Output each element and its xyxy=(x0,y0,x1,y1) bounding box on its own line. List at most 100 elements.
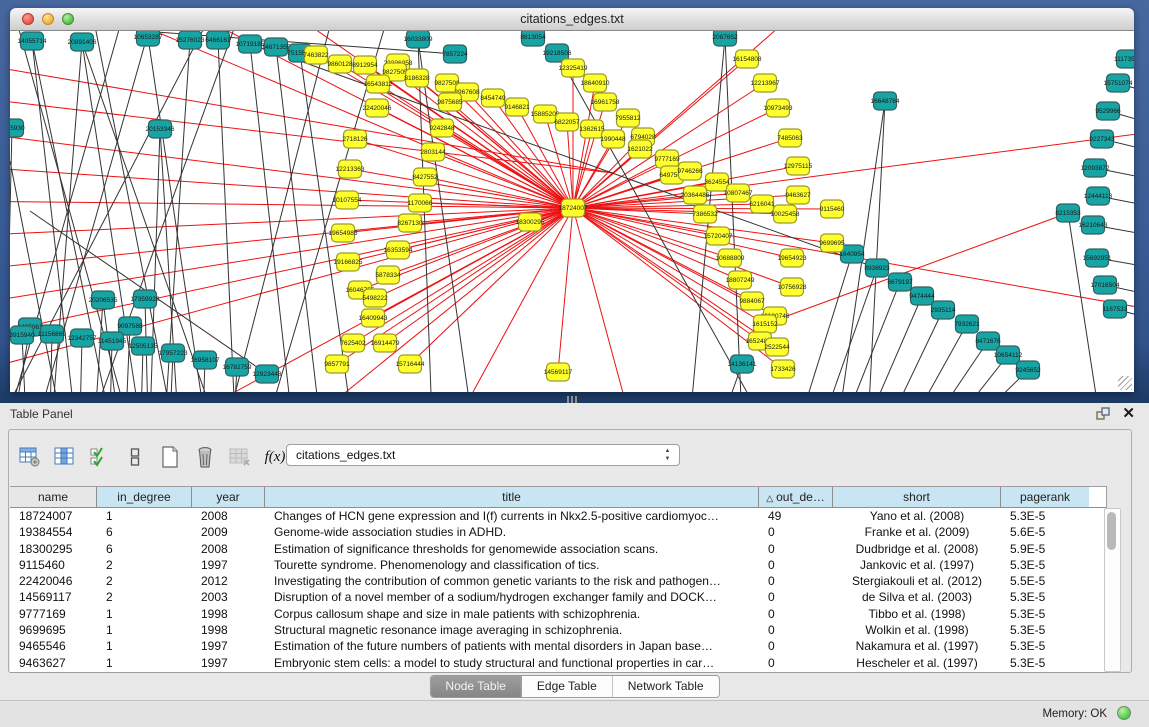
graph-node[interactable]: 18807249 xyxy=(726,271,755,289)
graph-node[interactable]: 18640910 xyxy=(581,74,610,92)
column-header-year[interactable]: year xyxy=(192,487,265,507)
graph-node[interactable]: 1990448 xyxy=(600,130,626,148)
column-header-name[interactable]: name xyxy=(10,487,97,507)
network-window-titlebar[interactable]: citations_edges.txt xyxy=(10,8,1134,31)
graph-node[interactable]: 12213363 xyxy=(336,160,365,178)
table-settings-icon[interactable] xyxy=(17,444,43,470)
graph-node[interactable]: 10107554 xyxy=(333,191,362,209)
graph-node[interactable]: 2935114 xyxy=(931,301,956,319)
graph-node[interactable]: 2803144 xyxy=(420,143,446,161)
graph-node[interactable]: 12923448 xyxy=(253,365,282,383)
table-row[interactable]: 1456911722003Disruption of a novel membe… xyxy=(10,589,1106,605)
graph-node[interactable]: 9474444 xyxy=(909,287,935,305)
graph-node[interactable]: 14136141 xyxy=(728,355,757,373)
graph-node[interactable]: 18724007 xyxy=(559,199,588,217)
zoom-window-icon[interactable] xyxy=(62,13,74,25)
table-row[interactable]: 977716911998Corpus callosum shape and si… xyxy=(10,606,1106,622)
graph-node[interactable]: 9115460 xyxy=(820,200,845,218)
graph-node[interactable]: 16033809 xyxy=(404,31,433,48)
graph-node[interactable]: 7485063 xyxy=(777,129,803,147)
table-vertical-scrollbar[interactable] xyxy=(1104,508,1121,672)
graph-node[interactable]: 1733426 xyxy=(770,360,796,378)
scrollbar-thumb[interactable] xyxy=(1107,512,1116,550)
graph-node[interactable]: 16914479 xyxy=(371,334,400,352)
graph-node[interactable]: 9146821 xyxy=(504,98,530,116)
graph-node[interactable]: 12444113 xyxy=(1084,187,1113,205)
graph-node[interactable]: 10719185 xyxy=(236,35,265,53)
graph-node[interactable]: 19166825 xyxy=(334,253,363,271)
delete-table-icon[interactable] xyxy=(192,444,218,470)
graph-node[interactable]: 9227343 xyxy=(1089,130,1115,148)
graph-node[interactable]: 16154808 xyxy=(733,50,762,68)
table-select-dropdown[interactable]: citations_edges.txt ▲▼ xyxy=(286,444,680,466)
graph-node[interactable]: 9884067 xyxy=(739,292,765,310)
graph-node[interactable]: 8215353 xyxy=(1055,204,1081,222)
function-builder-icon[interactable]: f(x) xyxy=(262,444,288,470)
graph-node[interactable]: 15716444 xyxy=(396,355,425,373)
graph-node[interactable]: 8267130 xyxy=(397,214,423,232)
column-header-pagerank[interactable]: pagerank xyxy=(1001,487,1089,507)
graph-node[interactable]: 9857791 xyxy=(324,355,350,373)
graph-node[interactable]: 16961758 xyxy=(591,93,620,111)
graph-node[interactable]: 1170066 xyxy=(408,194,433,212)
graph-node[interactable]: 16648784 xyxy=(871,92,900,110)
graph-node[interactable]: 9245652 xyxy=(1015,361,1041,379)
graph-node[interactable]: 15720407 xyxy=(704,227,733,245)
new-table-icon[interactable] xyxy=(157,444,183,470)
tab-network-table[interactable]: Network Table xyxy=(613,676,719,697)
graph-node[interactable]: 3915940 xyxy=(10,326,35,344)
graph-node[interactable]: 16353594 xyxy=(384,241,413,259)
graph-node[interactable]: 16543812 xyxy=(364,75,393,93)
graph-node[interactable]: 18300295 xyxy=(516,213,545,231)
graph-node[interactable]: 11451945 xyxy=(98,332,127,350)
graph-node[interactable]: 7625402 xyxy=(340,334,366,352)
graph-node[interactable]: 16210643 xyxy=(1079,216,1108,234)
tab-node-table[interactable]: Node Table xyxy=(430,676,522,697)
graph-node[interactable]: 14055714 xyxy=(18,32,47,50)
graph-node[interactable]: 8186328 xyxy=(404,69,430,87)
graph-node[interactable]: 10688809 xyxy=(716,249,745,267)
graph-node[interactable]: 19654923 xyxy=(778,249,807,267)
graph-node[interactable]: 9529966 xyxy=(1095,102,1121,120)
graph-node[interactable]: 9463627 xyxy=(785,186,811,204)
table-row[interactable]: 946554611997Estimation of the future num… xyxy=(10,638,1106,654)
column-header-in_degree[interactable]: in_degree xyxy=(97,487,192,507)
select-columns-icon[interactable] xyxy=(87,444,113,470)
graph-node[interactable]: 7463822 xyxy=(303,46,329,64)
column-header-out_de[interactable]: △out_de… xyxy=(759,487,833,507)
graph-node[interactable]: 2087652 xyxy=(712,31,738,46)
graph-node[interactable]: 9699695 xyxy=(819,234,845,252)
table-row[interactable]: 946362711997Embryonic stem cells: a mode… xyxy=(10,655,1106,671)
table-row[interactable]: 1830029562008Estimation of significance … xyxy=(10,541,1106,557)
row-height-icon[interactable] xyxy=(122,444,148,470)
network-window[interactable]: citations_edges.txt 14055714208914061065… xyxy=(10,8,1134,392)
graph-node[interactable]: 10025458 xyxy=(771,205,800,223)
window-resize-grip-icon[interactable] xyxy=(1118,376,1132,390)
graph-node[interactable]: 17016504 xyxy=(1091,276,1120,294)
graph-node[interactable]: 2005930 xyxy=(10,119,25,137)
float-window-icon[interactable] xyxy=(1096,407,1110,421)
tab-edge-table[interactable]: Edge Table xyxy=(522,676,613,697)
graph-node[interactable]: 20891406 xyxy=(68,33,97,51)
table-row[interactable]: 1872400712008Changes of HCN gene express… xyxy=(10,508,1106,524)
show-column-icon[interactable] xyxy=(52,444,78,470)
graph-node[interactable]: 15751074 xyxy=(1104,74,1133,92)
panel-splitter-grip-icon[interactable] xyxy=(567,396,579,403)
graph-node[interactable]: 20206535 xyxy=(89,291,118,309)
network-canvas[interactable]: 1405571420891406106532871527602364661611… xyxy=(10,31,1134,392)
graph-node[interactable]: 12325419 xyxy=(559,59,588,77)
graph-node[interactable]: 8427552 xyxy=(412,168,438,186)
graph-node[interactable]: 12505135 xyxy=(129,337,158,355)
table-row[interactable]: 2242004622012Investigating the contribut… xyxy=(10,573,1106,589)
graph-node[interactable]: 10973493 xyxy=(764,99,793,117)
graph-node[interactable]: 8454749 xyxy=(480,89,506,107)
graph-node[interactable]: 12342757 xyxy=(68,329,97,347)
graph-node[interactable]: 16409943 xyxy=(359,309,388,327)
graph-node[interactable]: 6822057 xyxy=(554,113,580,131)
attribute-table[interactable]: namein_degreeyeartitle△out_de…shortpager… xyxy=(10,486,1107,673)
graph-node[interactable]: 10756928 xyxy=(778,278,807,296)
table-row[interactable]: 969969511998Structural magnetic resonanc… xyxy=(10,622,1106,638)
graph-node[interactable]: 12093872 xyxy=(1081,159,1110,177)
graph-node[interactable]: 1615152 xyxy=(752,315,778,333)
graph-node[interactable]: 6679197 xyxy=(887,273,913,291)
